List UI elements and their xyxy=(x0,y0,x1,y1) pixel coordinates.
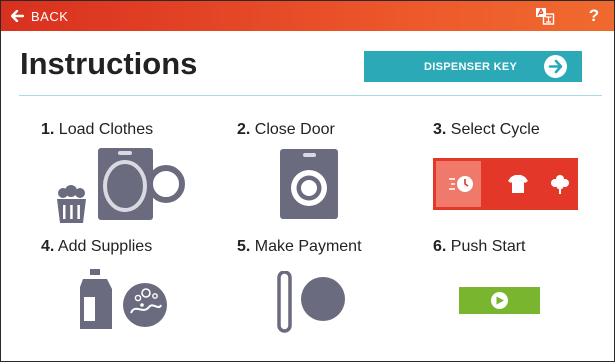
step-number: 1. xyxy=(41,121,55,138)
step-label: Push Start xyxy=(450,238,526,255)
dispenser-key-label: DISPENSER KEY xyxy=(424,61,518,73)
detergent-supplies-icon xyxy=(80,269,167,329)
back-button[interactable]: BACK xyxy=(11,8,68,24)
closed-washer-icon xyxy=(280,149,338,219)
cycle-selector-icon xyxy=(433,158,578,210)
card-and-coin-icon xyxy=(277,271,345,333)
back-arrow-icon xyxy=(11,10,24,22)
top-bar: BACK ? xyxy=(1,1,614,31)
step-load-clothes: 1. Load Clothes xyxy=(41,121,153,139)
start-button-icon xyxy=(459,287,540,314)
step-label: Load Clothes xyxy=(58,121,154,138)
step-close-door: 2. Close Door xyxy=(237,121,335,139)
washer-with-basket-icon xyxy=(57,148,185,223)
help-icon[interactable]: ? xyxy=(586,6,602,26)
step-number: 4. xyxy=(41,238,55,255)
step-number: 3. xyxy=(433,121,447,138)
step-number: 2. xyxy=(237,121,251,138)
title-divider xyxy=(19,95,602,96)
instructions-screen: BACK ? Instructions DISPENSER KEY 1. Loa… xyxy=(0,0,615,362)
arrow-right-icon xyxy=(544,55,567,78)
step-label: Make Payment xyxy=(254,238,362,255)
step-make-payment: 5. Make Payment xyxy=(237,238,362,256)
translate-icon[interactable] xyxy=(535,7,555,25)
step-label: Close Door xyxy=(254,121,335,138)
step-number: 6. xyxy=(433,238,447,255)
step-label: Add Supplies xyxy=(57,238,153,255)
back-label: BACK xyxy=(31,8,69,24)
step-label: Select Cycle xyxy=(450,121,540,138)
step-push-start: 6. Push Start xyxy=(433,238,526,256)
step-add-supplies: 4. Add Supplies xyxy=(41,238,152,256)
step-select-cycle: 3. Select Cycle xyxy=(433,121,540,139)
page-title: Instructions xyxy=(20,46,198,81)
step-number: 5. xyxy=(237,238,251,255)
dispenser-key-button[interactable]: DISPENSER KEY xyxy=(364,51,582,82)
